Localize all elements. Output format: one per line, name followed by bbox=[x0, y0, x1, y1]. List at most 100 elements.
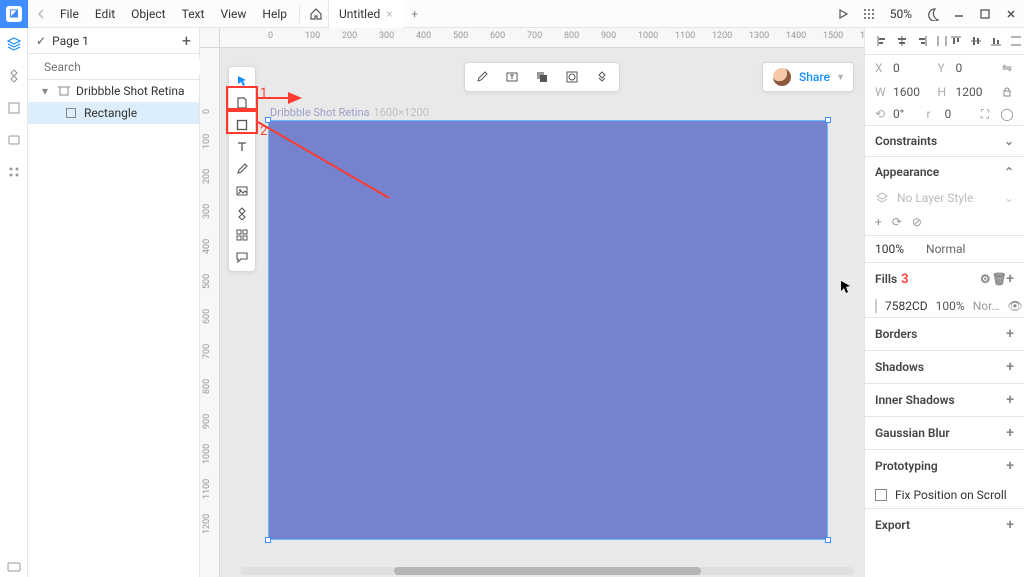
rotation-value[interactable]: 0° bbox=[893, 107, 904, 121]
rail-components-icon[interactable] bbox=[4, 66, 24, 86]
tool-artboard[interactable] bbox=[232, 93, 252, 113]
layer-style-select[interactable]: No Layer Style ⌄ bbox=[865, 187, 1024, 209]
add-blur-button[interactable]: + bbox=[1006, 425, 1014, 441]
menu-edit[interactable]: Edit bbox=[87, 0, 123, 28]
share-chevron-icon[interactable]: ▾ bbox=[838, 72, 843, 83]
app-logo[interactable]: ◪ bbox=[0, 0, 28, 28]
section-inner-shadows[interactable]: Inner Shadows+ bbox=[865, 384, 1024, 416]
action-pencil-icon[interactable] bbox=[473, 68, 491, 86]
play-icon[interactable] bbox=[830, 0, 856, 28]
detach-style-icon[interactable]: ⊘ bbox=[912, 215, 922, 229]
y-value[interactable]: 0 bbox=[956, 61, 963, 75]
layer-search-input[interactable] bbox=[42, 59, 202, 75]
fix-on-scroll-row[interactable]: Fix Position on Scroll bbox=[865, 482, 1024, 508]
action-mask-icon[interactable] bbox=[563, 68, 581, 86]
rail-plugins-icon[interactable] bbox=[4, 162, 24, 182]
x-value[interactable]: 0 bbox=[893, 61, 900, 75]
add-tab-button[interactable]: + bbox=[403, 7, 427, 21]
action-component-icon[interactable] bbox=[593, 68, 611, 86]
page-selector[interactable]: ✓ Page 1 + bbox=[28, 28, 199, 54]
action-boolean-icon[interactable] bbox=[533, 68, 551, 86]
artboard-rectangle[interactable] bbox=[268, 120, 828, 540]
section-blur[interactable]: Gaussian Blur+ bbox=[865, 417, 1024, 449]
zoom-level[interactable]: 50% bbox=[882, 7, 920, 21]
more-radius-icon[interactable]: ◯ bbox=[1000, 107, 1014, 121]
align-bottom-icon[interactable] bbox=[989, 34, 1003, 48]
w-value[interactable]: 1600 bbox=[893, 85, 920, 99]
menu-file[interactable]: File bbox=[52, 0, 87, 28]
fill-delete-icon[interactable]: 🗑 bbox=[992, 272, 1006, 286]
opacity-value[interactable]: 100% bbox=[875, 242, 904, 256]
layer-caret-icon[interactable]: ▾ bbox=[42, 84, 52, 98]
tool-image[interactable] bbox=[232, 181, 252, 201]
layer-artboard-row[interactable]: ▾ Dribbble Shot Retina bbox=[28, 80, 199, 102]
blend-mode-value[interactable]: Normal bbox=[926, 242, 965, 256]
action-textbox-icon[interactable] bbox=[503, 68, 521, 86]
document-tab[interactable]: Untitled × bbox=[328, 0, 403, 28]
section-export[interactable]: Export+ bbox=[865, 509, 1024, 541]
home-icon[interactable] bbox=[304, 7, 328, 21]
tool-component[interactable] bbox=[232, 203, 252, 223]
nav-back-icon[interactable] bbox=[30, 3, 52, 25]
resize-handle-sw[interactable] bbox=[265, 537, 271, 543]
radius-value[interactable]: 0 bbox=[945, 107, 952, 121]
fill-swatch[interactable] bbox=[875, 299, 877, 313]
resize-handle-ne[interactable] bbox=[825, 117, 831, 123]
align-vcenter-icon[interactable] bbox=[969, 34, 983, 48]
swap-xy-icon[interactable]: ⇋ bbox=[1000, 61, 1014, 75]
window-minimize-icon[interactable] bbox=[946, 0, 972, 28]
theme-icon[interactable] bbox=[920, 0, 946, 28]
menu-object[interactable]: Object bbox=[123, 0, 173, 28]
rail-layers-icon[interactable] bbox=[4, 34, 24, 54]
menu-help[interactable]: Help bbox=[254, 0, 295, 28]
align-hcenter-icon[interactable] bbox=[895, 34, 909, 48]
window-maximize-icon[interactable] bbox=[972, 0, 998, 28]
add-export-button[interactable]: + bbox=[1006, 517, 1014, 533]
layer-rectangle-row[interactable]: Rectangle bbox=[28, 102, 199, 124]
tool-rectangle[interactable] bbox=[232, 115, 252, 135]
align-dist-v-icon[interactable] bbox=[1009, 34, 1023, 48]
fill-visibility-icon[interactable]: 👁 bbox=[1007, 299, 1022, 313]
add-style-button[interactable]: + bbox=[875, 215, 882, 229]
menu-text[interactable]: Text bbox=[174, 0, 213, 28]
add-page-button[interactable]: + bbox=[182, 33, 191, 49]
menu-view[interactable]: View bbox=[212, 0, 254, 28]
section-appearance[interactable]: Appearance⌃ bbox=[865, 157, 1024, 187]
add-prototype-button[interactable]: + bbox=[1006, 458, 1014, 474]
resize-handle-nw[interactable] bbox=[265, 117, 271, 123]
tool-comment[interactable] bbox=[232, 247, 252, 267]
add-shadow-button[interactable]: + bbox=[1006, 359, 1014, 375]
add-border-button[interactable]: + bbox=[1006, 326, 1014, 342]
rail-collapse-icon[interactable] bbox=[4, 557, 24, 577]
share-button[interactable]: Share bbox=[799, 70, 830, 84]
horizontal-scrollbar[interactable] bbox=[240, 567, 854, 575]
close-tab-icon[interactable]: × bbox=[386, 7, 392, 21]
align-left-icon[interactable] bbox=[875, 34, 889, 48]
h-value[interactable]: 1200 bbox=[956, 85, 983, 99]
tool-pen[interactable] bbox=[232, 159, 252, 179]
fill-entry[interactable]: 7582CD 100% Nor… 👁 bbox=[865, 295, 1024, 317]
section-shadows[interactable]: Shadows+ bbox=[865, 351, 1024, 383]
align-right-icon[interactable] bbox=[915, 34, 929, 48]
section-prototyping[interactable]: Prototyping+ bbox=[865, 450, 1024, 482]
tool-grid[interactable] bbox=[232, 225, 252, 245]
fill-blend-value[interactable]: Nor… bbox=[973, 299, 1000, 313]
tool-text[interactable] bbox=[232, 137, 252, 157]
add-inner-shadow-button[interactable]: + bbox=[1006, 392, 1014, 408]
user-avatar[interactable] bbox=[773, 68, 791, 86]
window-close-icon[interactable] bbox=[998, 0, 1024, 28]
add-fill-button[interactable]: + bbox=[1006, 271, 1014, 287]
rail-assets-icon[interactable] bbox=[4, 130, 24, 150]
section-borders[interactable]: Borders+ bbox=[865, 318, 1024, 350]
scrollbar-thumb[interactable] bbox=[394, 567, 701, 575]
align-dist-h-icon[interactable] bbox=[935, 34, 949, 48]
resize-handle-se[interactable] bbox=[825, 537, 831, 543]
expand-radius-icon[interactable]: ⛶ bbox=[978, 107, 992, 121]
fill-opacity-value[interactable]: 100% bbox=[936, 299, 965, 313]
update-style-icon[interactable]: ⟳ bbox=[892, 215, 902, 229]
fill-hex-value[interactable]: 7582CD bbox=[885, 299, 928, 313]
lock-ratio-icon[interactable] bbox=[1000, 85, 1014, 99]
layer-search[interactable]: ⋯ bbox=[28, 54, 199, 80]
align-top-icon[interactable] bbox=[949, 34, 963, 48]
fill-settings-icon[interactable]: ⚙ bbox=[978, 272, 992, 286]
